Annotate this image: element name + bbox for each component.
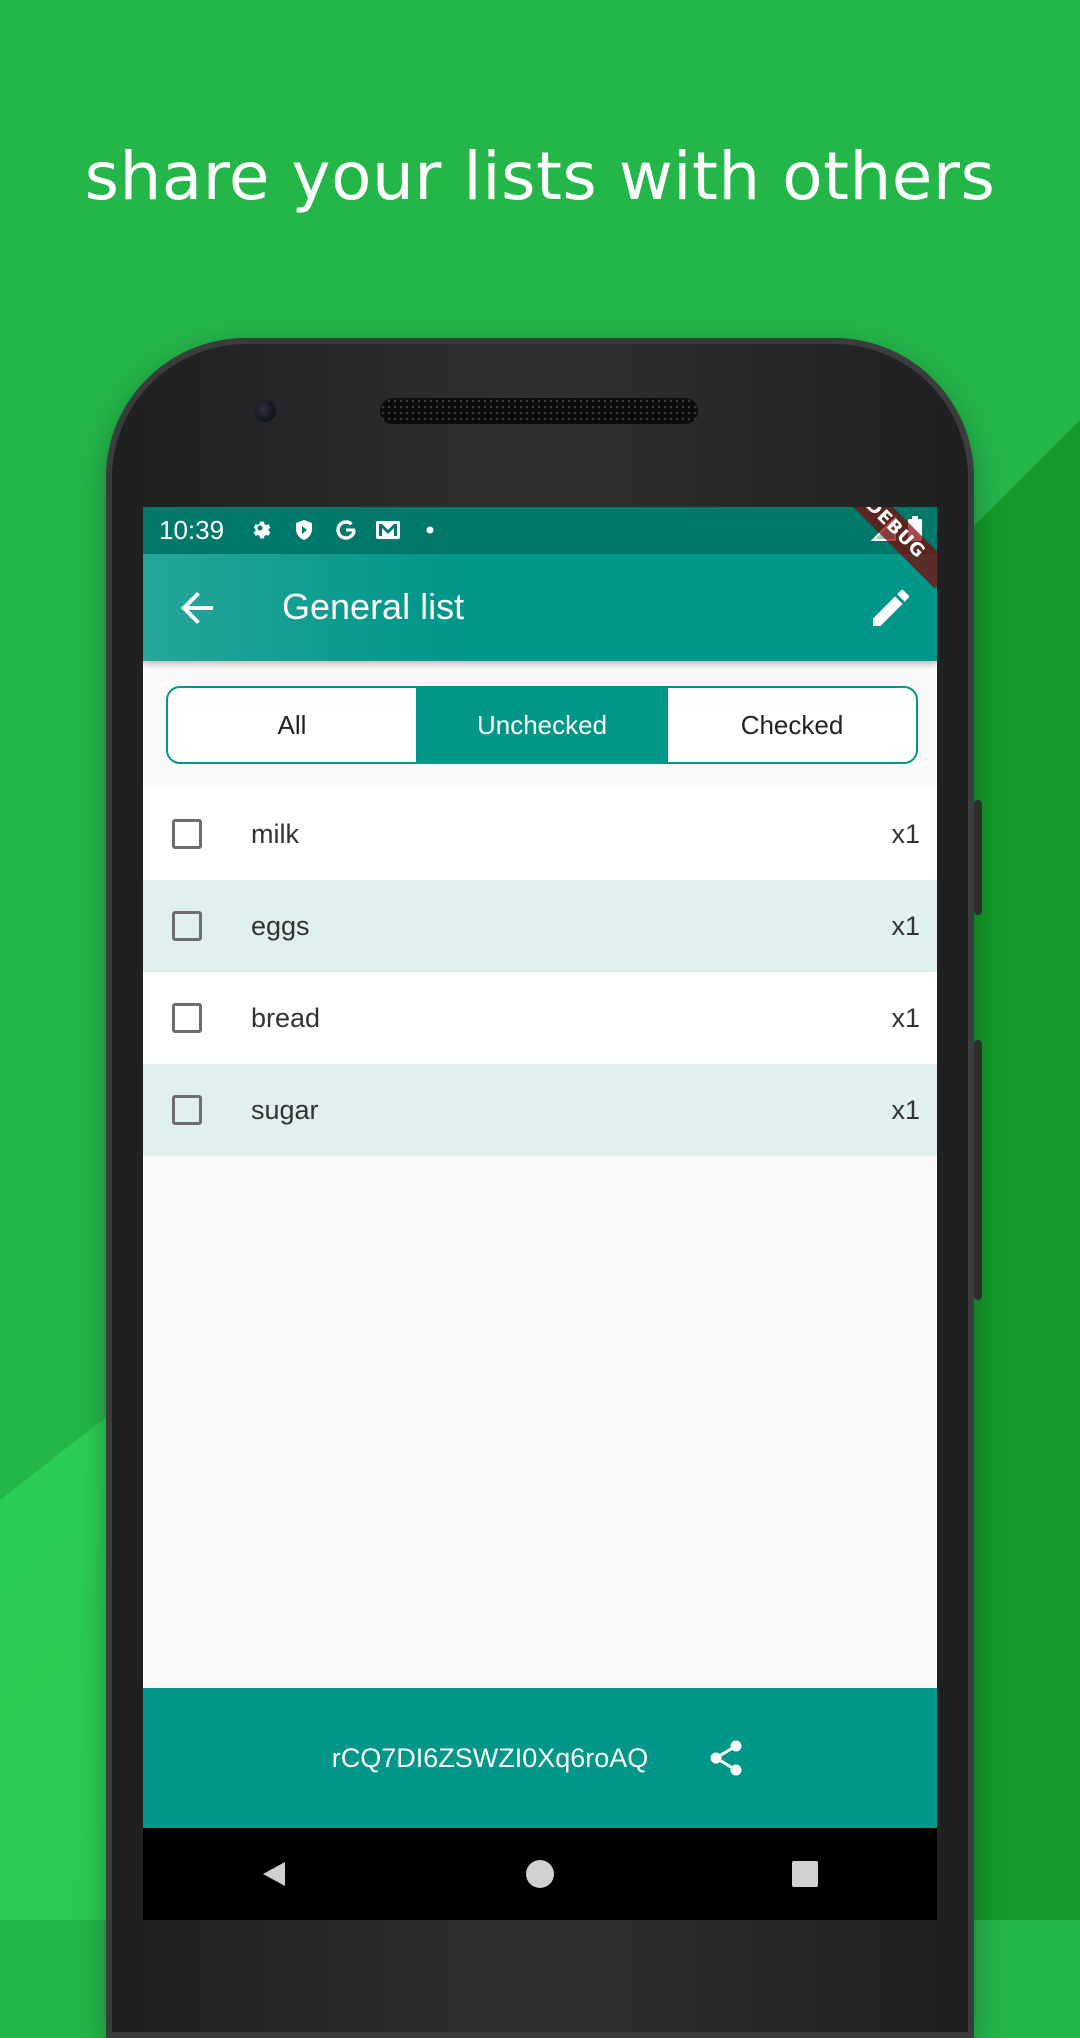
item-quantity: x1 bbox=[891, 910, 920, 941]
app-bar: General list bbox=[143, 554, 937, 661]
nav-back-button[interactable] bbox=[245, 1844, 305, 1904]
share-bar: rCQ7DI6ZSWZI0Xq6roAQ bbox=[143, 1688, 937, 1828]
volume-button bbox=[974, 800, 982, 915]
nav-home-button[interactable] bbox=[510, 1844, 570, 1904]
nav-recents-button[interactable] bbox=[775, 1844, 835, 1904]
item-checkbox[interactable] bbox=[172, 1003, 202, 1033]
item-name: eggs bbox=[251, 910, 310, 941]
triangle-back-icon bbox=[263, 1862, 286, 1886]
edit-button[interactable] bbox=[867, 584, 915, 632]
page-title: General list bbox=[282, 586, 465, 627]
settings-icon bbox=[248, 516, 276, 544]
item-name: milk bbox=[251, 818, 299, 849]
item-name: sugar bbox=[251, 1094, 319, 1125]
square-recents-icon bbox=[791, 1861, 818, 1887]
item-quantity: x1 bbox=[891, 1094, 920, 1125]
item-checkbox[interactable] bbox=[172, 819, 202, 849]
shield-icon bbox=[290, 516, 318, 544]
share-code[interactable]: rCQ7DI6ZSWZI0Xq6roAQ bbox=[332, 1743, 649, 1774]
dot-icon bbox=[416, 516, 444, 544]
item-quantity: x1 bbox=[891, 1002, 920, 1033]
shopping-list: milk x1 eggs x1 bread x1 sugar x1 bbox=[143, 788, 937, 1156]
arrow-back-icon bbox=[181, 592, 213, 624]
list-item[interactable]: eggs x1 bbox=[143, 880, 937, 972]
status-time: 10:39 bbox=[159, 515, 225, 545]
circle-home-icon bbox=[525, 1860, 554, 1888]
item-name: bread bbox=[251, 1002, 321, 1033]
item-checkbox[interactable] bbox=[172, 1095, 202, 1125]
tab-all[interactable]: All bbox=[168, 688, 418, 762]
item-quantity: x1 bbox=[891, 818, 920, 849]
item-checkbox[interactable] bbox=[172, 911, 202, 941]
tab-checked[interactable]: Checked bbox=[668, 688, 916, 762]
mail-icon bbox=[374, 516, 402, 544]
earpiece-speaker bbox=[380, 398, 698, 424]
list-item[interactable]: sugar x1 bbox=[143, 1064, 937, 1156]
tab-unchecked[interactable]: Unchecked bbox=[418, 688, 668, 762]
google-icon bbox=[332, 516, 360, 544]
back-button[interactable] bbox=[173, 584, 221, 632]
phone-screen: 10:39 General list DEBUG All Unchecked C… bbox=[143, 507, 937, 1920]
system-nav-bar bbox=[143, 1828, 937, 1920]
front-camera bbox=[254, 400, 276, 422]
pencil-icon bbox=[873, 589, 909, 626]
power-button bbox=[974, 1040, 982, 1300]
list-item[interactable]: milk x1 bbox=[143, 788, 937, 880]
share-icon bbox=[710, 1740, 742, 1776]
promo-headline: share your lists with others bbox=[84, 138, 996, 215]
filter-segmented-control: All Unchecked Checked bbox=[166, 686, 918, 764]
share-button[interactable] bbox=[704, 1736, 748, 1780]
status-bar: 10:39 bbox=[143, 507, 937, 554]
list-item[interactable]: bread x1 bbox=[143, 972, 937, 1064]
